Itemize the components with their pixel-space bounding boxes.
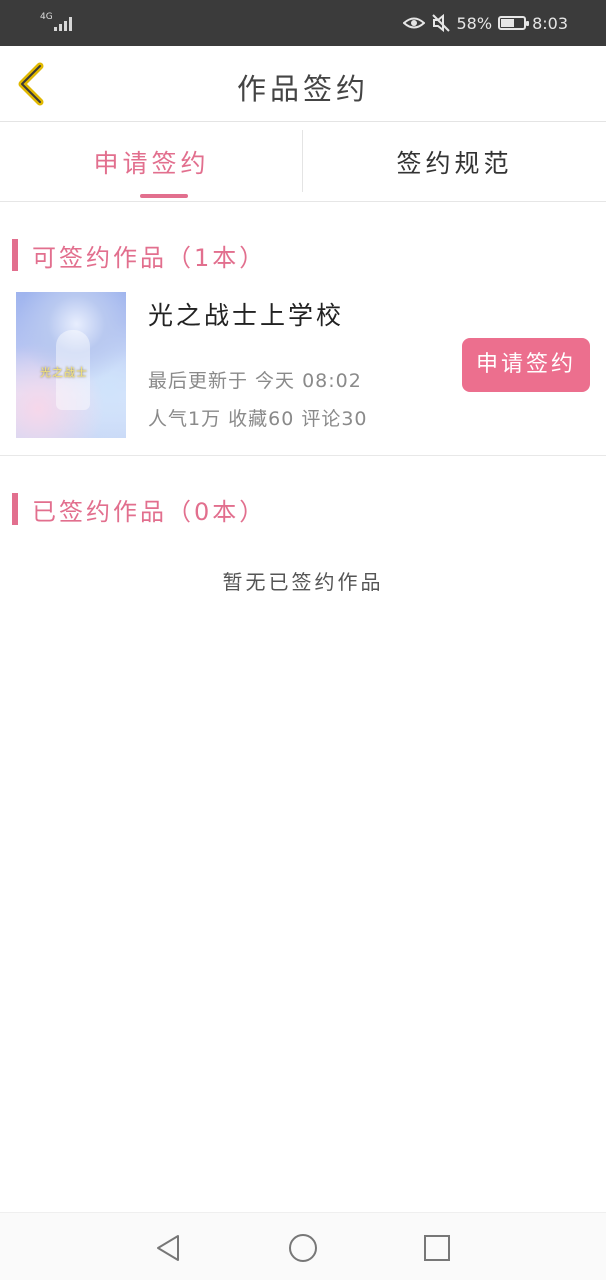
app-header: 作品签约 (0, 46, 606, 122)
clock: 8:03 (532, 13, 568, 33)
cover-text: 光之战士 (40, 366, 88, 379)
book-row[interactable]: 光之战士 光之战士上学校 最后更新于 今天 08:02 人气1万 收藏60 评论… (0, 286, 606, 456)
tab-apply-sign[interactable]: 申请签约 (0, 122, 303, 202)
signed-section-header: 已签约作品（0本） (12, 492, 266, 526)
battery-icon (498, 16, 530, 30)
nav-home-icon[interactable] (286, 1231, 320, 1265)
section-title: 已签约作品（0本） (32, 497, 267, 526)
section-title: 可签约作品（1本） (32, 243, 267, 272)
empty-state-text: 暂无已签约作品 (222, 570, 384, 594)
book-title: 光之战士上学校 (148, 301, 345, 330)
tab-label: 签约规范 (396, 149, 513, 178)
book-updated: 最后更新于 今天 08:02 (148, 370, 362, 392)
section-marker (12, 493, 18, 525)
nav-back-icon[interactable] (152, 1231, 186, 1265)
screen: 4G 58% 8:03 作品签约 申请签约 签约规范 可签约作品（1本） 光之战… (0, 0, 606, 1280)
battery-fill (501, 19, 515, 27)
tab-label: 申请签约 (93, 149, 210, 178)
signal-icon (54, 15, 76, 31)
section-marker (12, 239, 18, 271)
system-nav-bar (0, 1212, 606, 1280)
apply-sign-button[interactable]: 申请签约 (462, 338, 590, 392)
book-cover: 光之战士 (16, 292, 126, 438)
network-label: 4G (40, 12, 53, 22)
eye-icon (402, 17, 425, 29)
active-tab-indicator (140, 194, 188, 198)
page-title: 作品签约 (236, 72, 369, 106)
tab-sign-rules[interactable]: 签约规范 (303, 122, 606, 202)
mute-icon (431, 13, 450, 33)
nav-recent-icon[interactable] (420, 1231, 454, 1265)
book-stats: 人气1万 收藏60 评论30 (148, 408, 368, 430)
tab-bar: 申请签约 签约规范 (0, 122, 606, 202)
status-right: 58% 8:03 (402, 12, 568, 34)
status-bar: 4G 58% 8:03 (0, 0, 606, 46)
signable-section-header: 可签约作品（1本） (12, 238, 266, 272)
battery-percent: 58% (456, 13, 493, 33)
